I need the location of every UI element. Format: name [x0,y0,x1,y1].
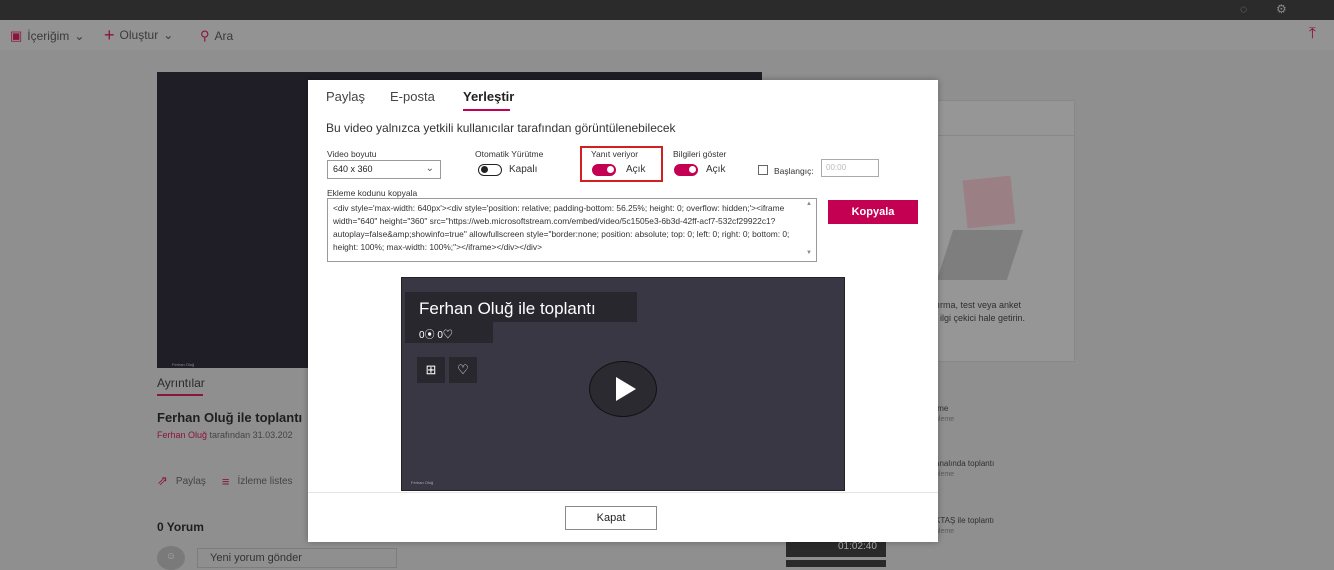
top-bar: ◌ ⚙ [0,0,1334,20]
embed-code-label: Ekleme kodunu kopyala [327,188,418,198]
list-item-sub: üleme [935,528,955,535]
list-item[interactable]: KTAŞ ile toplantı üleme [935,515,994,537]
add-to-watchlist-icon[interactable]: ⊞ [417,357,445,383]
responsive-value: Açık [626,164,646,175]
list-item[interactable]: analında toplantı üleme [935,458,994,480]
avatar: ☺ [157,546,185,570]
byline-date: tarafından 31.03.202 [209,430,293,440]
showinfo-toggle[interactable] [674,164,698,176]
start-time-input[interactable]: 00:00 [821,159,879,177]
video-preview-player[interactable]: Ferhan Oluğ ile toplantı 0⦿ 0♡ ⊞ ♡ FO Fe… [401,277,845,491]
views-icon: ⦿ [424,330,435,341]
start-checkbox[interactable] [758,165,768,175]
copy-button[interactable]: Kopyala [828,200,918,224]
watchlist-icon: ≡ [221,473,230,489]
search-button[interactable]: ⚲ Ara [200,28,233,44]
search-icon: ⚲ [200,28,210,43]
create-menu[interactable]: + Oluştur ⌄ [104,25,174,45]
card-text-line: ı ilgi çekici hale getirin. [935,313,1026,323]
tab-details[interactable]: Ayrıntılar [157,376,205,390]
player-owner-name: Ferhan Oluğ [411,480,434,485]
page-title: Ferhan Oluğ ile toplantı [157,410,303,425]
hero-owner-name: Ferhan Oluğ [172,362,195,367]
dialog-footer-divider [308,492,938,493]
upload-icon[interactable]: ⤒ [1309,25,1316,43]
video-size-label: Video boyutu [327,149,377,159]
autoplay-value: Kapalı [509,164,538,175]
list-item-title: analında toplantı [935,459,995,468]
video-size-select[interactable]: 640 x 360 ⌄ [327,160,441,179]
permission-notice: Bu video yalnızca yetkili kullanıcılar t… [326,121,676,135]
player-stats: 0⦿ 0♡ [419,326,453,341]
video-icon: ▣ [10,28,23,43]
like-heart-icon[interactable]: ♡ [449,357,477,383]
tab-underline [157,394,203,396]
my-content-menu[interactable]: ▣ İçeriğim ⌄ [10,28,84,44]
start-label: Başlangıç: [774,166,814,176]
chevron-down-icon: ⌄ [163,28,174,42]
share-icon: ⇗ [157,473,168,488]
autoplay-toggle[interactable] [478,164,502,176]
command-bar: ▣ İçeriğim ⌄ + Oluştur ⌄ ⚲ Ara ⤒ [0,20,1334,50]
card-text: tırma, test veya anket ı ilgi çekici hal… [935,299,1025,325]
showinfo-label: Bilgileri göster [673,149,727,159]
responsive-label: Yanıt veriyor [591,149,639,159]
tab-embed[interactable]: Yerleştir [463,89,514,104]
scroll-down-icon[interactable]: ▼ [806,250,812,256]
share-link[interactable]: Paylaş [176,476,206,487]
tab-email[interactable]: E-posta [390,89,435,104]
chevron-down-icon: ⌄ [425,163,434,174]
player-title: Ferhan Oluğ ile toplantı [419,299,596,318]
my-content-label: İçeriğim [27,29,70,43]
comment-input[interactable]: Yeni yorum gönder [197,548,397,568]
card-text-line: tırma, test veya anket [935,300,1022,310]
showinfo-value: Açık [706,164,726,175]
create-label: Oluştur [119,28,159,42]
chevron-down-icon: ⌄ [74,29,85,43]
active-tab-underline [463,109,510,111]
action-row: ⇗ Paylaş ≡ İzleme listes [157,473,293,489]
card-illustration [962,175,1016,229]
list-item-title: KTAŞ ile toplantı [935,516,994,525]
video-size-value: 640 x 360 [333,164,373,174]
comments-heading: 0 Yorum [157,520,204,534]
plus-icon: + [104,25,115,45]
autoplay-label: Otomatik Yürütme [475,149,544,159]
share-dialog: Paylaş E-posta Yerleştir Bu video yalnız… [308,80,938,542]
play-button[interactable] [589,361,657,417]
close-button[interactable]: Kapat [565,506,657,530]
embed-code-textarea[interactable]: <div style='max-width: 640px'><div style… [327,198,817,262]
scroll-up-icon[interactable]: ▲ [806,201,812,207]
byline: Ferhan Oluğ tarafından 31.03.202 [157,430,293,440]
settings-icon[interactable]: ⚙ [1276,2,1287,16]
responsive-toggle[interactable] [592,164,616,176]
heart-icon: ♡ [442,330,453,341]
tab-share[interactable]: Paylaş [326,89,365,104]
list-item-sub: üleme [935,471,955,478]
watchlist-link[interactable]: İzleme listes [238,476,293,487]
thumbnail-duration: 01:02:40 [838,541,877,552]
play-icon [616,377,636,401]
video-thumbnail[interactable] [786,560,886,567]
search-label: Ara [214,29,234,43]
author-link[interactable]: Ferhan Oluğ [157,430,207,440]
notification-icon[interactable]: ◌ [1240,2,1247,16]
